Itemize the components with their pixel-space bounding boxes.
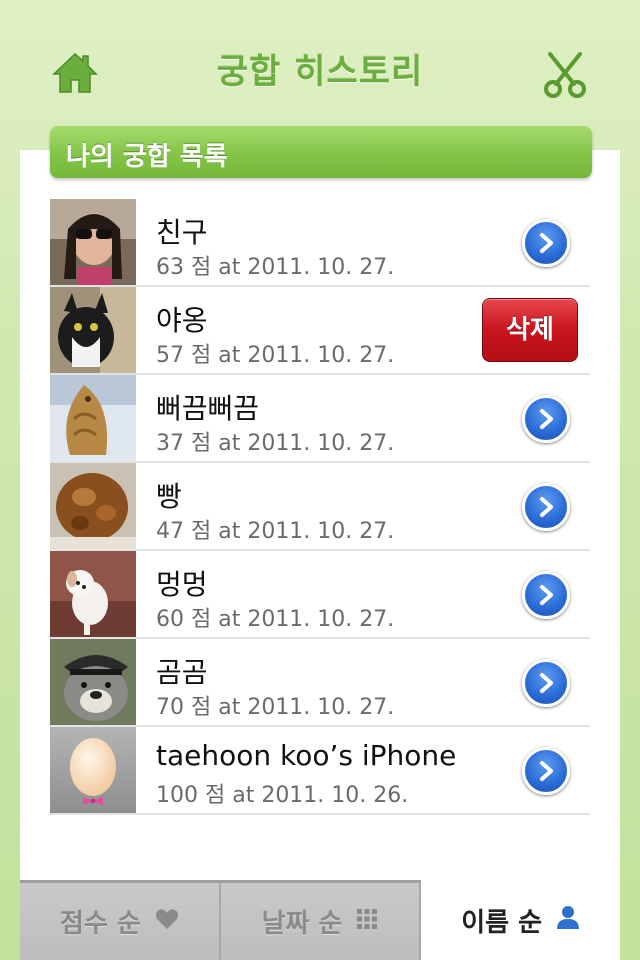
thumbnail-bread (50, 463, 136, 549)
thumbnail-bear-character (50, 639, 136, 725)
item-score-date: 63 점 at 2011. 10. 27. (156, 255, 395, 280)
detail-disclosure-button[interactable] (522, 659, 570, 707)
navigation-bar: 궁합 히스토리 (0, 0, 640, 140)
chevron-right-icon (540, 585, 553, 605)
scissors-icon (544, 52, 586, 98)
heart-icon (155, 907, 179, 937)
item-score-date: 47 점 at 2011. 10. 27. (156, 519, 395, 544)
thumbnail-puppy (50, 551, 136, 637)
item-score-date: 57 점 at 2011. 10. 27. (156, 343, 395, 368)
item-name: 야옹 (156, 304, 208, 337)
thumbnail-fish-bread (50, 375, 136, 461)
item-name: 멍멍 (156, 568, 208, 601)
person-icon (556, 905, 580, 936)
detail-disclosure-button[interactable] (522, 219, 570, 267)
detail-disclosure-button[interactable] (522, 483, 570, 531)
tab-label: 점수 순 (59, 909, 141, 939)
item-name: 뻐끔뻐끔 (156, 392, 260, 425)
item-name: 빵 (156, 480, 182, 513)
sort-tab-bar: 점수 순 날짜 순 이름 순 (20, 880, 621, 960)
item-name: 곰곰 (156, 656, 208, 689)
chevron-right-icon (540, 409, 553, 429)
thumbnail-cat (50, 287, 136, 373)
list-item[interactable]: 멍멍 60 점 at 2011. 10. 27. (50, 551, 590, 639)
grid-icon (356, 907, 378, 937)
list-item[interactable]: 친구 63 점 at 2011. 10. 27. (50, 199, 590, 287)
chevron-right-icon (540, 673, 553, 693)
detail-disclosure-button[interactable] (522, 747, 570, 795)
list-item[interactable]: 빵 47 점 at 2011. 10. 27. (50, 463, 590, 551)
chevron-right-icon (540, 761, 553, 781)
detail-disclosure-button[interactable] (522, 395, 570, 443)
section-header: 나의 궁합 목록 (50, 126, 592, 178)
item-score-date: 100 점 at 2011. 10. 26. (156, 783, 409, 808)
tab-label: 이름 순 (461, 907, 543, 938)
tab-label: 날짜 순 (261, 909, 343, 939)
item-name: 친구 (156, 216, 208, 249)
list-item[interactable]: 야옹 57 점 at 2011. 10. 27. 삭제 (50, 287, 590, 375)
list-item[interactable]: 곰곰 70 점 at 2011. 10. 27. (50, 639, 590, 727)
detail-disclosure-button[interactable] (522, 571, 570, 619)
delete-button[interactable]: 삭제 (482, 298, 578, 362)
tab-sort-by-name[interactable]: 이름 순 (421, 880, 621, 960)
chevron-right-icon (540, 497, 553, 517)
list-item[interactable]: taehoon koo’s iPhone 100 점 at 2011. 10. … (50, 727, 590, 815)
list-item[interactable]: 뻐끔뻐끔 37 점 at 2011. 10. 27. (50, 375, 590, 463)
scissors-button[interactable] (540, 50, 590, 100)
chevron-right-icon (540, 233, 553, 253)
tab-sort-by-score[interactable]: 점수 순 (20, 880, 221, 960)
thumbnail-default-avatar (50, 727, 136, 813)
item-name: taehoon koo’s iPhone (156, 739, 457, 772)
history-list: 친구 63 점 at 2011. 10. 27. 야옹 57 점 at 2011… (50, 199, 590, 815)
item-score-date: 70 점 at 2011. 10. 27. (156, 695, 395, 720)
item-score-date: 37 점 at 2011. 10. 27. (156, 431, 395, 456)
item-score-date: 60 점 at 2011. 10. 27. (156, 607, 395, 632)
tab-sort-by-date[interactable]: 날짜 순 (220, 880, 422, 960)
thumbnail-woman (50, 199, 136, 285)
